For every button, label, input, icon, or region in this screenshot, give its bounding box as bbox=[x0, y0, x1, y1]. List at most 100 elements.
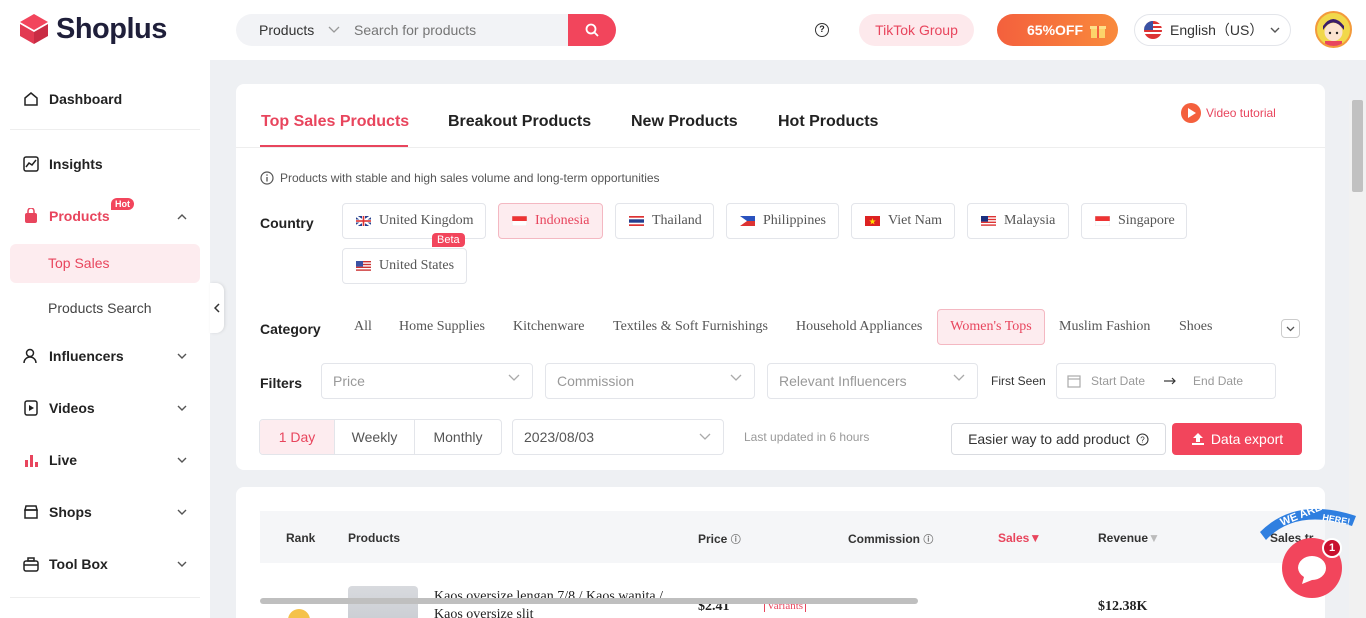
language-select[interactable]: English（US） bbox=[1134, 14, 1291, 46]
philippines-flag-icon bbox=[740, 216, 755, 226]
sidebar-item-label: Dashboard bbox=[49, 91, 123, 107]
country-indonesia[interactable]: Indonesia bbox=[498, 203, 603, 239]
shop-icon bbox=[22, 503, 40, 521]
easier-add-product-button[interactable]: Easier way to add product ? bbox=[951, 423, 1166, 455]
sidebar-item-top-sales[interactable]: Top Sales bbox=[10, 244, 200, 283]
sidebar-item-influencers[interactable]: Influencers bbox=[22, 347, 187, 365]
indonesia-flag-icon bbox=[512, 216, 527, 226]
video-tutorial-link[interactable]: Video tutorial bbox=[1180, 102, 1276, 124]
sidebar-item-products-search[interactable]: Products Search bbox=[48, 300, 152, 316]
sort-down-icon: ▼ bbox=[1029, 531, 1042, 545]
chevron-down-icon bbox=[953, 374, 965, 381]
period-weekly[interactable]: Weekly bbox=[335, 420, 415, 454]
uk-flag-icon bbox=[356, 216, 371, 226]
sidebar-collapse-button[interactable] bbox=[210, 283, 224, 333]
gift-icon bbox=[1090, 26, 1107, 38]
col-price[interactable]: Price ⓘ bbox=[698, 531, 741, 546]
promo-label: 65%OFF bbox=[1027, 22, 1084, 38]
language-label: English（US） bbox=[1170, 22, 1264, 38]
data-export-button[interactable]: Data export bbox=[1172, 423, 1302, 455]
bar-chart-icon bbox=[22, 451, 40, 469]
vertical-scrollbar[interactable] bbox=[1349, 100, 1366, 618]
horizontal-scrollbar[interactable] bbox=[260, 598, 918, 604]
chart-line-icon bbox=[22, 155, 40, 173]
sidebar-item-dashboard[interactable]: Dashboard bbox=[22, 90, 187, 108]
chevron-down-icon bbox=[177, 561, 187, 567]
first-seen-label: First Seen bbox=[991, 374, 1046, 388]
influencers-select[interactable]: Relevant Influencers bbox=[767, 363, 978, 399]
sidebar-item-insights[interactable]: Insights bbox=[22, 155, 187, 173]
promo-button[interactable]: 65%OFF bbox=[997, 14, 1118, 46]
easier-label: Easier way to add product bbox=[968, 431, 1130, 447]
search-button[interactable] bbox=[568, 14, 616, 46]
tab-top-sales-products[interactable]: Top Sales Products bbox=[261, 113, 409, 131]
divider bbox=[10, 597, 200, 598]
search-scope-select[interactable]: Products bbox=[236, 22, 354, 38]
sidebar-item-tool-box[interactable]: Tool Box bbox=[22, 555, 187, 573]
col-revenue[interactable]: Revenue▼ bbox=[1098, 531, 1160, 545]
bag-icon bbox=[22, 207, 40, 225]
home-icon bbox=[22, 90, 40, 108]
thailand-flag-icon bbox=[629, 216, 644, 226]
country-thailand[interactable]: Thailand bbox=[615, 203, 714, 239]
col-sales[interactable]: Sales▼ bbox=[998, 531, 1041, 545]
country-philippines[interactable]: Philippines bbox=[726, 203, 839, 239]
calendar-icon bbox=[1067, 375, 1081, 388]
sidebar-item-videos[interactable]: Videos bbox=[22, 399, 187, 417]
malaysia-flag-icon bbox=[981, 216, 996, 226]
chevron-down-icon bbox=[1286, 326, 1295, 331]
singapore-flag-icon bbox=[1095, 216, 1110, 226]
col-sales-label: Sales bbox=[998, 531, 1030, 545]
sidebar-item-live[interactable]: Live bbox=[22, 451, 187, 469]
data-export-label: Data export bbox=[1210, 431, 1284, 447]
category-shoes[interactable]: Shoes bbox=[1179, 319, 1212, 335]
info-line: Products with stable and high sales volu… bbox=[260, 171, 660, 185]
video-tutorial-label: Video tutorial bbox=[1206, 106, 1276, 120]
scrollbar-thumb[interactable] bbox=[1352, 100, 1363, 192]
chevron-down-icon bbox=[177, 457, 187, 463]
rank-medal-icon bbox=[288, 609, 310, 618]
category-kitchenware[interactable]: Kitchenware bbox=[513, 319, 585, 335]
tab-new-products[interactable]: New Products bbox=[631, 113, 738, 131]
sidebar-item-shops[interactable]: Shops bbox=[22, 503, 187, 521]
help-icon[interactable]: ? bbox=[815, 23, 829, 37]
search-scope-label: Products bbox=[259, 22, 315, 38]
commission-select[interactable]: Commission bbox=[545, 363, 755, 399]
chevron-down-icon bbox=[177, 405, 187, 411]
country-singapore[interactable]: Singapore bbox=[1081, 203, 1187, 239]
category-label: Category bbox=[260, 321, 321, 337]
date-select[interactable]: 2023/08/03 bbox=[512, 419, 724, 455]
tab-breakout-products[interactable]: Breakout Products bbox=[448, 113, 591, 131]
play-icon bbox=[1181, 103, 1201, 123]
category-expand-button[interactable] bbox=[1281, 319, 1300, 338]
tiktok-group-button[interactable]: TikTok Group bbox=[859, 14, 974, 46]
period-monthly[interactable]: Monthly bbox=[415, 420, 501, 454]
col-commission-label: Commission bbox=[848, 532, 921, 546]
category-womens-tops[interactable]: Women's Tops bbox=[937, 309, 1045, 345]
country-label-text: United Kingdom bbox=[379, 213, 474, 228]
category-textiles[interactable]: Textiles & Soft Furnishings bbox=[613, 319, 768, 335]
tab-hot-products[interactable]: Hot Products bbox=[778, 113, 878, 131]
col-commission[interactable]: Commission ⓘ bbox=[848, 531, 933, 546]
search-input[interactable] bbox=[354, 22, 568, 38]
info-text: Products with stable and high sales volu… bbox=[280, 171, 660, 185]
commission-placeholder: Commission bbox=[557, 373, 635, 389]
logo-icon bbox=[18, 12, 50, 46]
sidebar-item-products[interactable]: Products bbox=[22, 207, 187, 225]
date-range-picker[interactable]: Start Date End Date bbox=[1056, 363, 1276, 399]
question-icon: ⓘ bbox=[923, 535, 934, 546]
category-muslim-fashion[interactable]: Muslim Fashion bbox=[1059, 319, 1150, 335]
country-united-kingdom[interactable]: United Kingdom bbox=[342, 203, 486, 239]
brand-logo[interactable]: Shoplus bbox=[18, 12, 167, 46]
country-viet-nam[interactable]: Viet Nam bbox=[851, 203, 955, 239]
country-united-states[interactable]: United States bbox=[342, 248, 467, 284]
arrow-right-icon bbox=[1164, 377, 1176, 385]
period-1-day[interactable]: 1 Day bbox=[260, 420, 335, 454]
price-select[interactable]: Price bbox=[321, 363, 533, 399]
category-all[interactable]: All bbox=[354, 319, 372, 335]
user-avatar[interactable] bbox=[1315, 11, 1352, 48]
filters-label: Filters bbox=[260, 375, 303, 391]
category-home-supplies[interactable]: Home Supplies bbox=[399, 319, 485, 335]
category-household-appliances[interactable]: Household Appliances bbox=[796, 319, 922, 335]
country-malaysia[interactable]: Malaysia bbox=[967, 203, 1069, 239]
